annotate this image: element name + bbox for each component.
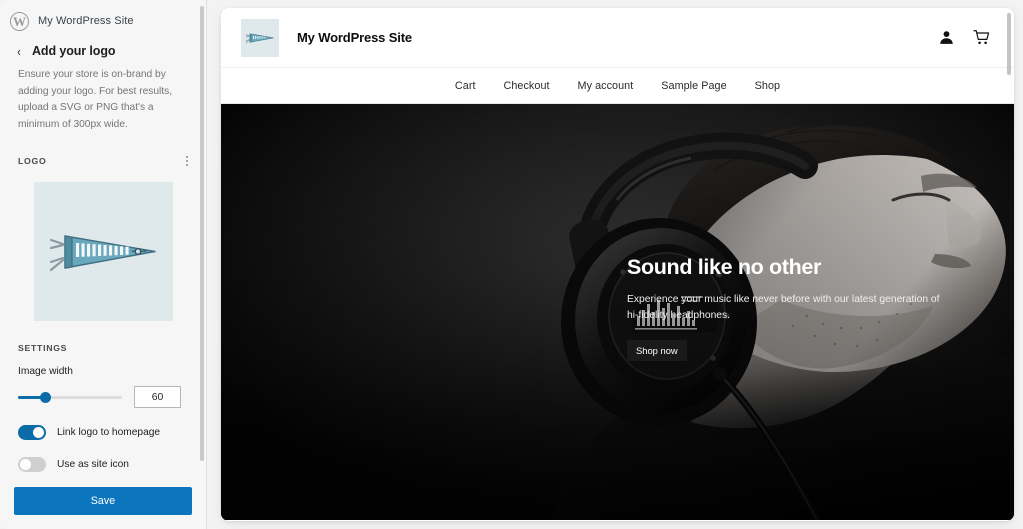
hero-section: Sound like no other Experience your musi… <box>221 104 1014 520</box>
link-logo-to-homepage-toggle[interactable] <box>18 425 46 441</box>
logo-section-label: LOGO <box>18 156 47 167</box>
hero-text-block: Sound like no other Experience your musi… <box>627 255 947 361</box>
wordpress-pennant-logo-icon <box>245 32 274 43</box>
chevron-left-icon[interactable]: ‹ <box>15 45 23 58</box>
image-width-label: Image width <box>18 366 73 378</box>
logo-preview-container <box>0 169 206 322</box>
site-preview: My WordPress Site Cart Checkout My accou… <box>221 8 1014 521</box>
use-as-site-icon-row[interactable]: Use as site icon <box>0 440 206 473</box>
hero-heading: Sound like no other <box>627 255 822 279</box>
image-width-row <box>0 377 206 409</box>
more-options-vertical-icon[interactable] <box>182 153 192 169</box>
nav-item-shop[interactable]: Shop <box>755 80 780 92</box>
nav-item-sample-page[interactable]: Sample Page <box>661 80 726 92</box>
page-title: Add your logo <box>32 44 116 58</box>
toggle-knob <box>33 427 44 439</box>
logo-section-header: LOGO <box>0 133 206 169</box>
header-icons <box>938 29 994 46</box>
sidebar-brand-label: My WordPress Site <box>38 15 134 27</box>
shop-now-button[interactable]: Shop now <box>627 339 687 361</box>
site-header: My WordPress Site <box>221 8 1014 68</box>
use-as-site-icon-label: Use as site icon <box>57 459 129 471</box>
nav-item-cart[interactable]: Cart <box>455 80 476 92</box>
hero-paragraph: Experience your music like never before … <box>627 293 940 322</box>
site-logo[interactable] <box>241 18 279 57</box>
nav-item-checkout[interactable]: Checkout <box>504 80 550 92</box>
site-nav: Cart Checkout My account Sample Page Sho… <box>221 68 1014 104</box>
slider-thumb[interactable] <box>39 391 51 403</box>
settings-section-header: SETTINGS <box>0 321 206 353</box>
site-title: My WordPress Site <box>297 30 412 45</box>
shopping-cart-icon[interactable] <box>973 29 990 46</box>
sidebar-scrollbar[interactable] <box>199 6 204 461</box>
save-bar: Save <box>0 475 206 529</box>
panel-description: Ensure your store is on-brand by adding … <box>18 69 173 130</box>
wordpress-pennant-logo-icon <box>49 235 156 272</box>
app-window: W My WordPress Site ‹ Add your logo Ensu… <box>0 0 1023 529</box>
toggle-knob <box>20 459 31 471</box>
save-button[interactable]: Save <box>14 487 192 515</box>
sidebar-brand[interactable]: W My WordPress Site <box>0 0 206 34</box>
link-logo-to-homepage-label: Link logo to homepage <box>57 427 161 439</box>
image-width-slider[interactable] <box>18 390 122 404</box>
user-account-icon[interactable] <box>938 29 955 46</box>
use-as-site-icon-toggle[interactable] <box>18 457 46 473</box>
wordpress-logo-icon: W <box>10 11 29 31</box>
settings-sidebar: W My WordPress Site ‹ Add your logo Ensu… <box>0 0 207 529</box>
logo-preview[interactable] <box>33 182 173 322</box>
panel-header: ‹ Add your logo <box>0 34 206 58</box>
nav-item-my-account[interactable]: My account <box>578 80 634 92</box>
preview-scrollbar[interactable] <box>1007 13 1011 75</box>
image-width-input[interactable] <box>134 386 181 409</box>
settings-section-label: SETTINGS <box>18 343 68 354</box>
link-logo-to-homepage-row[interactable]: Link logo to homepage <box>0 408 206 441</box>
